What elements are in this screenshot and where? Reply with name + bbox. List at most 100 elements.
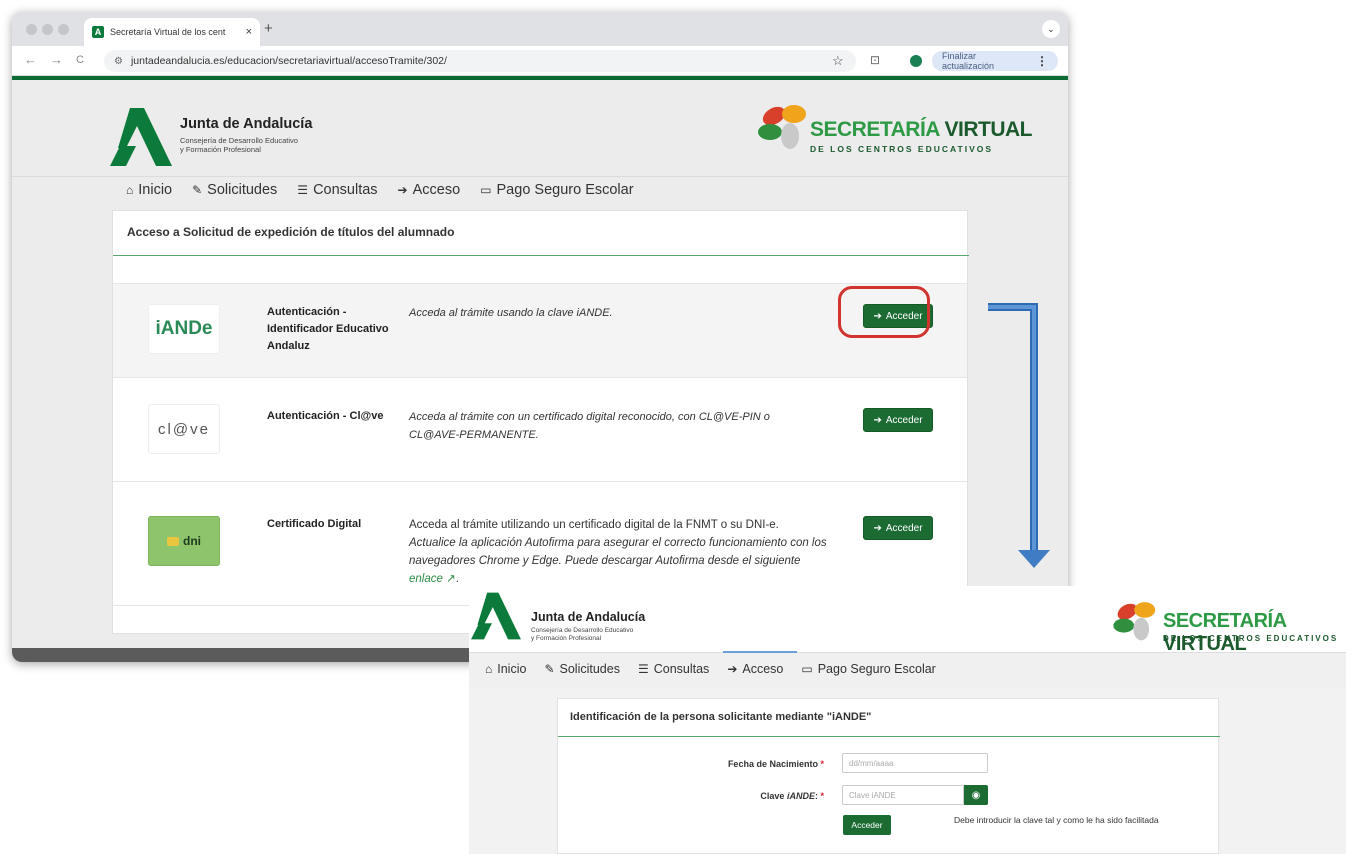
window-close-dot[interactable]: [26, 24, 37, 35]
forward-icon[interactable]: →: [50, 52, 63, 67]
sv-title: SECRETARÍA VIRTUAL: [810, 118, 1033, 142]
tab-search-button[interactable]: ⌄: [1042, 20, 1060, 38]
bookmark-star-icon[interactable]: ☆: [832, 53, 844, 69]
acceder-label: Acceder: [885, 522, 923, 534]
birth-date-label-text: Fecha de Nacimiento: [727, 759, 818, 769]
update-button[interactable]: Finalizar actualización ⋮: [932, 51, 1058, 71]
org-sub-1: Consejería de Desarrollo Educativo: [180, 136, 298, 145]
sign-in-icon: ➔: [727, 662, 738, 676]
auth-row-clave: cl@ve Autenticación - Cl@ve Acceda al tr…: [113, 377, 967, 481]
sign-in-icon: ➔: [397, 183, 408, 197]
dni-logo: dni: [148, 516, 220, 566]
junta-a-icon: [110, 108, 172, 166]
panel-divider: [558, 736, 1220, 737]
org-sub-1: Consejería de Desarrollo Educativo: [531, 627, 634, 634]
overlay-header: Junta de Andalucía Consejería de Desarro…: [469, 586, 1346, 655]
chip-icon: [167, 536, 179, 546]
nav-label: Inicio: [138, 182, 173, 198]
auth-label: Autenticación - Identificador Educativo …: [267, 306, 389, 352]
org-sub-2: y Formación Profesional: [531, 635, 602, 642]
menu-kebab-icon: ⋮: [1036, 54, 1048, 68]
iande-logo-text: iANDe: [155, 318, 213, 339]
auth-label: Certificado Digital: [267, 518, 362, 530]
nav-label: Pago Seguro Escolar: [817, 662, 936, 676]
extensions-icon[interactable]: ⊡: [870, 53, 880, 67]
org-name: Junta de Andalucía: [531, 610, 646, 624]
tab-bar: A Secretaría Virtual de los cent × + ⌄: [12, 12, 1068, 46]
panel-title: Identificación de la persona solicitante…: [570, 711, 872, 723]
nav-item-solicitudes[interactable]: ✎ Solicitudes: [192, 182, 277, 198]
list-icon: ☰: [297, 183, 309, 197]
secretaria-virtual-logo[interactable]: [1111, 596, 1161, 655]
flow-arrow-icon: [988, 303, 1050, 568]
sv-subtitle: DE LOS CENTROS EDUCATIVOS: [810, 144, 994, 154]
auth-description: Acceda al trámite usando la clave iANDE.: [409, 304, 829, 322]
show-password-eye-icon[interactable]: ◉: [964, 785, 988, 805]
autofirma-link[interactable]: enlace: [409, 573, 443, 585]
nav-item-solicitudes[interactable]: ✎ Solicitudes: [544, 662, 620, 676]
browser-tab[interactable]: A Secretaría Virtual de los cent ×: [84, 18, 260, 46]
nav-item-inicio[interactable]: ⌂ Inicio: [126, 182, 172, 198]
nav-item-consultas[interactable]: ☰ Consultas: [638, 662, 709, 676]
birth-date-placeholder: dd/mm/aaaa: [849, 758, 894, 768]
iande-key-label: Clave iANDE: *: [664, 791, 824, 801]
auth-description-plain: Acceda al trámite utilizando un certific…: [409, 519, 779, 531]
nav-item-pago[interactable]: ▭ Pago Seguro Escolar: [801, 662, 935, 676]
profile-avatar[interactable]: [910, 55, 922, 67]
tab-title: Secretaría Virtual de los cent: [110, 27, 226, 37]
acceder-button-certificado[interactable]: ➔ Acceder: [863, 516, 933, 540]
nav-label: Inicio: [497, 662, 527, 676]
back-icon[interactable]: ←: [24, 52, 37, 67]
acceder-button-clave[interactable]: ➔ Acceder: [863, 408, 933, 432]
key-placeholder: Clave iANDE: [849, 790, 896, 800]
overlay-nav-bar: ⌂ Inicio ✎ Solicitudes ☰ Consultas ➔ Acceso …: [469, 651, 1346, 688]
nav-label: Acceso: [412, 182, 461, 198]
acceder-submit-button[interactable]: Acceder: [843, 815, 891, 835]
panel-title: Acceso a Solicitud de expedición de títu…: [127, 225, 455, 239]
required-mark: *: [820, 791, 824, 801]
site-settings-icon[interactable]: ⚙: [114, 56, 123, 67]
access-panel: Acceso a Solicitud de expedición de títu…: [112, 210, 969, 634]
clave-logo: cl@ve: [148, 404, 220, 454]
external-link-icon[interactable]: ↗: [446, 573, 456, 585]
tab-close-icon[interactable]: ×: [246, 26, 252, 38]
nav-item-inicio[interactable]: ⌂ Inicio: [485, 662, 526, 676]
pencil-icon: ✎: [544, 662, 555, 676]
iande-login-panel: Identificación de la persona solicitante…: [557, 698, 1220, 854]
update-button-label: Finalizar actualización: [942, 51, 995, 71]
address-bar[interactable]: ⚙ juntadeandalucia.es/educacion/secretar…: [104, 50, 856, 72]
iande-key-input[interactable]: Clave iANDE: [842, 785, 964, 805]
auth-description: Acceda al trámite con un certificado dig…: [409, 408, 819, 444]
iande-logo: iANDe: [148, 304, 220, 354]
sv-title: SECRETARÍA VIRTUAL: [1163, 610, 1346, 656]
junta-logo[interactable]: [110, 108, 172, 166]
key-help-text: Debe introducir la clave tal y como le h…: [954, 815, 1159, 825]
sv-flower-icon: [758, 105, 806, 149]
active-tab-indicator: [723, 651, 797, 653]
junta-logo[interactable]: [471, 592, 521, 645]
reload-icon[interactable]: C: [76, 54, 84, 66]
home-icon: ⌂: [485, 662, 493, 676]
link-suffix: .: [455, 573, 459, 585]
new-tab-button[interactable]: +: [264, 20, 273, 37]
nav-item-acceso[interactable]: ➔ Acceso: [727, 662, 783, 676]
credit-card-icon: ▭: [801, 662, 813, 676]
sv-title-part1: SECRETARÍA: [810, 118, 945, 141]
clave-logo-text: cl@ve: [158, 420, 210, 438]
main-nav: ⌂ Inicio ✎ Solicitudes ☰ Consultas ➔ Acceso …: [485, 662, 936, 676]
url-text: juntadeandalucia.es/educacion/secretaria…: [130, 55, 447, 67]
nav-label: Consultas: [313, 182, 378, 198]
nav-item-acceso[interactable]: ➔ Acceso: [398, 182, 461, 198]
birth-date-input[interactable]: dd/mm/aaaa: [842, 753, 988, 773]
nav-item-pago[interactable]: ▭ Pago Seguro Escolar: [480, 182, 633, 198]
credit-card-icon: ▭: [480, 183, 492, 197]
secretaria-virtual-logo[interactable]: [756, 98, 812, 165]
window-zoom-dot[interactable]: [58, 24, 69, 35]
page-content: Junta de Andalucía Consejería de Desarro…: [12, 80, 1068, 648]
window-minimize-dot[interactable]: [42, 24, 53, 35]
nav-item-consultas[interactable]: ☰ Consultas: [297, 182, 377, 198]
nav-divider: [12, 176, 1068, 177]
home-icon: ⌂: [126, 183, 134, 197]
org-sub-2: y Formación Profesional: [180, 145, 261, 154]
sv-subtitle: DE LOS CENTROS EDUCATIVOS: [1163, 634, 1339, 643]
